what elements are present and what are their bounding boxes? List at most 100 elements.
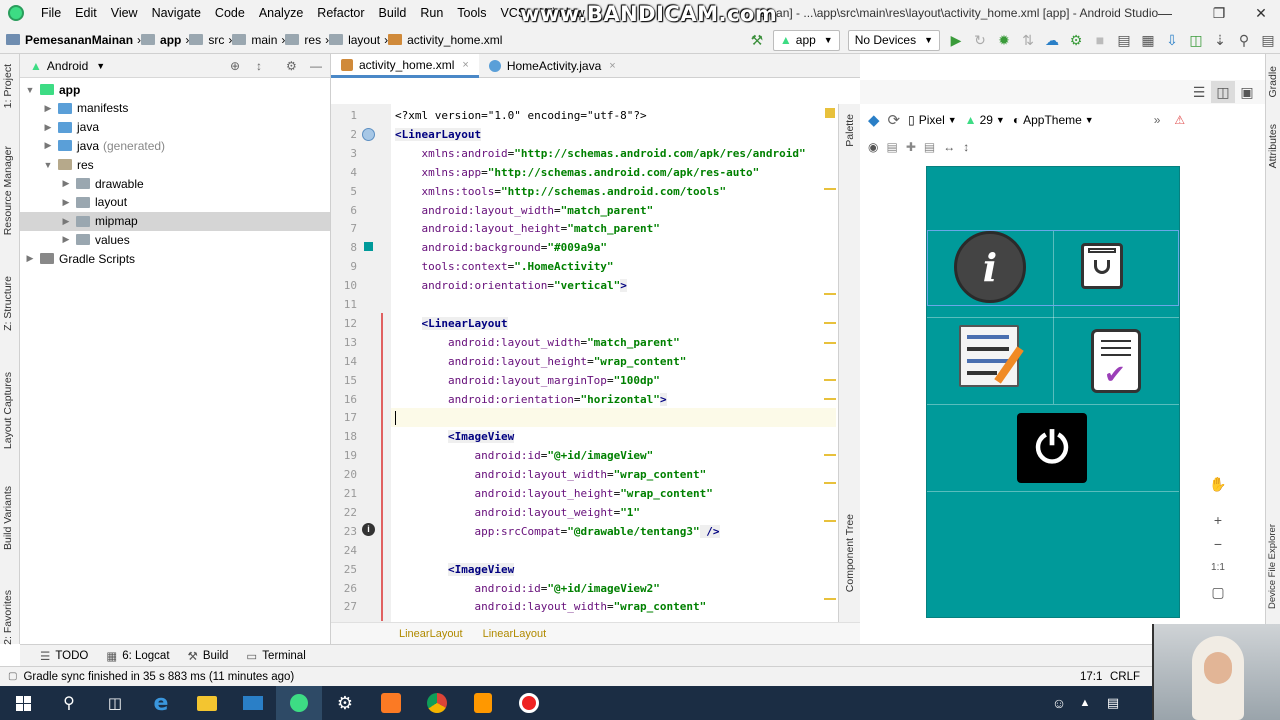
tab-resource-manager[interactable]: Resource Manager (2, 146, 14, 235)
menu-analyze[interactable]: Analyze (252, 0, 310, 26)
tree-item-gradle-scripts[interactable]: ▶ Gradle Scripts (20, 249, 330, 268)
sdk-manager-icon[interactable]: ▤ (1112, 29, 1136, 51)
breadcrumb-item[interactable]: layout (329, 33, 380, 47)
tab-attributes[interactable]: Attributes (1267, 124, 1279, 168)
edge-icon[interactable]: e (138, 686, 184, 720)
tab-gradle[interactable]: Gradle (1267, 66, 1279, 98)
zoom-in-button[interactable]: + (1214, 508, 1222, 532)
zoom-actual-size-button[interactable]: 1:1 (1211, 556, 1225, 580)
device-dropdown[interactable]: No Devices ▼ (847, 29, 940, 51)
order-list-image-icon[interactable] (959, 325, 1024, 387)
pack-horizontal-icon[interactable]: ↔ (943, 140, 955, 154)
minimize-icon[interactable]: — (1142, 0, 1188, 26)
close-tab-icon[interactable]: × (609, 60, 615, 72)
close-window-icon[interactable]: ✕ (1238, 0, 1280, 26)
power-image-icon[interactable]: ⏻ (1017, 413, 1087, 483)
expand-arrow-icon[interactable]: ▼ (42, 160, 54, 170)
tool-tab-terminal[interactable]: ▭ Terminal (246, 649, 305, 663)
run-config-dropdown[interactable]: ▲ app ▼ (772, 29, 840, 51)
taskbar-search-icon[interactable]: ⚲ (46, 686, 92, 720)
editor-tab-0[interactable]: activity_home.xml × (331, 54, 479, 78)
split-view-icon[interactable]: ◫ (1211, 81, 1235, 103)
api-selector[interactable]: ▲ 29 ▼ (965, 113, 1005, 127)
shopping-bag-image-icon[interactable] (1081, 243, 1123, 289)
project-view-dropdown[interactable]: Android (47, 59, 88, 73)
xampp-icon[interactable] (368, 686, 414, 720)
tree-item-values[interactable]: ▶ values (20, 230, 330, 249)
project-structure-icon[interactable]: ▦ (1136, 29, 1160, 51)
tab-device-file-explorer[interactable]: Device File Explorer (1267, 524, 1278, 609)
eye-icon[interactable]: ◉ (868, 140, 878, 154)
hammer-icon[interactable]: ⚒ (745, 29, 769, 51)
run-icon[interactable]: ▶ (944, 29, 968, 51)
error-stripe[interactable] (822, 104, 838, 622)
caret-position[interactable]: 17:1 (1080, 671, 1102, 683)
breadcrumb-item[interactable]: activity_home.xml (388, 33, 502, 47)
tree-item-drawable[interactable]: ▶ drawable (20, 174, 330, 193)
windows-start-icon[interactable] (0, 686, 46, 720)
task-view-icon[interactable]: ◫ (92, 686, 138, 720)
tree-item-java[interactable]: ▶ java (20, 118, 330, 137)
zoom-fit-icon[interactable]: ▢ (1211, 580, 1224, 604)
tab-layout-captures[interactable]: Layout Captures (2, 372, 14, 449)
code-editor[interactable]: <?xml version="1.0" encoding="utf-8"?> <L… (391, 104, 836, 622)
locate-icon[interactable]: ⊕ (230, 59, 240, 73)
bandicam-icon[interactable] (506, 686, 552, 720)
warning-indicator-icon[interactable] (825, 108, 835, 118)
search-icon[interactable]: ⚲ (1232, 29, 1256, 51)
tree-item-java[interactable]: ▶ java (generated) (20, 136, 330, 155)
overflow-icon[interactable]: ▤ (1256, 29, 1280, 51)
sublime-icon[interactable] (460, 686, 506, 720)
maximize-icon[interactable]: ❐ (1196, 0, 1242, 26)
orientation-icon[interactable]: ⟳ (888, 111, 901, 129)
sync-gradle-icon[interactable]: ⇩ (1160, 29, 1184, 51)
mail-icon[interactable] (230, 686, 276, 720)
expand-arrow-icon[interactable]: ▼ (24, 85, 36, 95)
code-view-icon[interactable]: ☰ (1187, 81, 1211, 103)
info-marker-icon[interactable]: i (362, 523, 375, 536)
menu-view[interactable]: View (104, 0, 145, 26)
collapse-icon[interactable]: ↕ (256, 59, 262, 73)
menu-navigate[interactable]: Navigate (145, 0, 208, 26)
layout-preview[interactable]: i ✔ ⏻ (926, 166, 1180, 618)
tab-component-tree[interactable]: Component Tree (844, 514, 856, 592)
expand-icon[interactable]: » (1154, 113, 1161, 127)
design-surface-icon[interactable]: ◆ (868, 111, 880, 129)
avd-manager-icon[interactable]: ◫ (1184, 29, 1208, 51)
editor-crumb[interactable]: LinearLayout (483, 628, 547, 640)
android-studio-taskbar-icon[interactable] (276, 686, 322, 720)
profile-icon[interactable]: ☁ (1040, 29, 1064, 51)
clear-constraints-icon[interactable]: ✚ (906, 140, 916, 154)
warning-icon[interactable]: ⚠ (1174, 113, 1185, 127)
sdk-icon[interactable]: ⇣ (1208, 29, 1232, 51)
class-marker-icon[interactable] (362, 128, 375, 141)
settings-icon[interactable]: ⚙ (322, 686, 368, 720)
tree-item-app[interactable]: ▼ app (20, 80, 330, 99)
menu-code[interactable]: Code (208, 0, 252, 26)
expand-arrow-icon[interactable]: ▶ (42, 103, 54, 114)
apply-changes-icon[interactable]: ⇅ (1016, 29, 1040, 51)
tree-item-manifests[interactable]: ▶ manifests (20, 99, 330, 118)
design-view-icon[interactable]: ▣ (1235, 81, 1259, 103)
expand-arrow-icon[interactable]: ▶ (42, 122, 54, 133)
tree-item-layout[interactable]: ▶ layout (20, 193, 330, 212)
status-message[interactable]: Gradle sync finished in 35 s 883 ms (11 … (23, 671, 294, 683)
breadcrumb-item[interactable]: app (141, 33, 181, 47)
guidelines-icon[interactable]: ▤ (924, 140, 935, 154)
hide-panel-icon[interactable]: — (310, 59, 322, 73)
breadcrumb-item[interactable]: src (189, 33, 224, 47)
theme-selector[interactable]: ◐ AppTheme ▼ (1013, 113, 1094, 127)
pack-vertical-icon[interactable]: ↕ (963, 140, 969, 154)
attach-debugger-icon[interactable]: ⚙ (1064, 29, 1088, 51)
status-toggle-icon[interactable]: ▢ (8, 671, 17, 682)
zoom-out-button[interactable]: − (1214, 532, 1222, 556)
tool-tab-build[interactable]: ⚒ Build (188, 649, 229, 663)
breadcrumb-item[interactable]: main (232, 33, 277, 47)
expand-arrow-icon[interactable]: ▶ (60, 197, 72, 208)
tab-favorites[interactable]: 2: Favorites (2, 590, 14, 645)
menu-build[interactable]: Build (372, 0, 414, 26)
tab-palette[interactable]: Palette (844, 114, 856, 147)
tab-build-variants[interactable]: Build Variants (2, 486, 14, 550)
expand-arrow-icon[interactable]: ▶ (60, 178, 72, 189)
tree-item-res[interactable]: ▼ res (20, 155, 330, 174)
